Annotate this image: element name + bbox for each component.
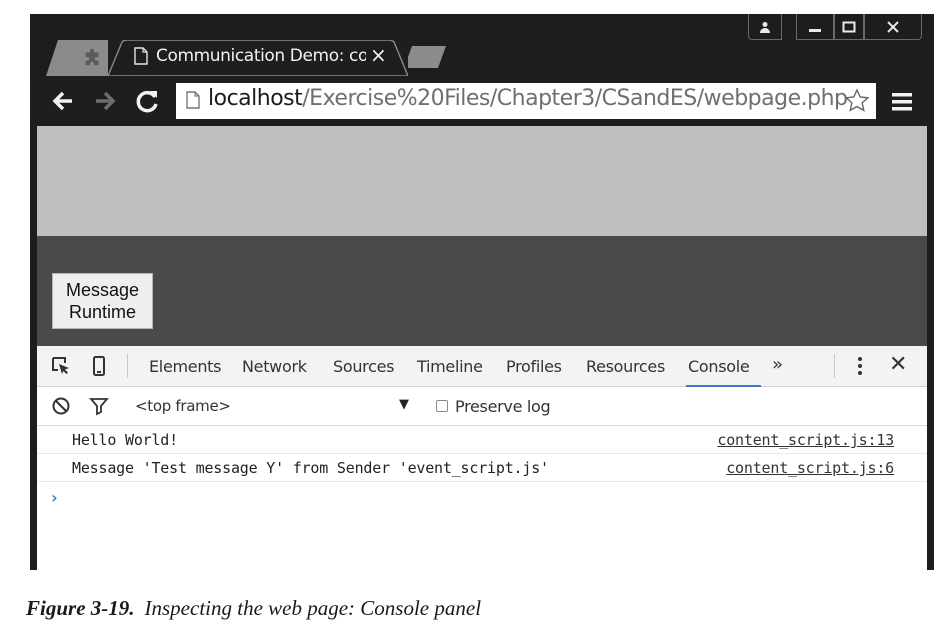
toolbar-divider [127,354,128,378]
window-close-button[interactable] [864,14,922,40]
arrow-right-icon[interactable] [90,86,120,116]
star-icon[interactable] [844,88,870,114]
page-content-area: Message Runtime [37,236,927,346]
tab-sources[interactable]: Sources [333,357,395,376]
tab-network[interactable]: Network [242,357,307,376]
tab-elements[interactable]: Elements [149,357,221,376]
console-message: Hello World! [72,431,178,449]
new-tab-button[interactable] [404,46,446,68]
tab-profiles[interactable]: Profiles [506,357,562,376]
filter-icon[interactable] [89,396,109,416]
frame-select[interactable]: <top frame> [135,397,231,415]
title-bar: Communication Demo: co × [30,14,934,76]
page-icon [186,91,200,109]
tab-title: Communication Demo: co [156,46,366,66]
message-runtime-button[interactable]: Message Runtime [52,273,153,329]
toolbar-divider [834,354,835,378]
kebab-menu-icon[interactable] [855,355,865,377]
console-source-link[interactable]: content_script.js:13 [717,431,894,449]
address-bar[interactable]: localhost/Exercise%20Files/Chapter3/CSan… [176,83,876,119]
url-text[interactable]: localhost/Exercise%20Files/Chapter3/CSan… [208,86,848,111]
url-host: localhost [208,86,303,111]
console-output: Hello World! content_script.js:13 Messag… [37,426,927,570]
button-label-line1: Message [65,280,140,300]
devtools-tab-bar: Elements Network Sources Timeline Profil… [37,346,927,387]
figure-label: Figure 3-19. [26,596,135,620]
devtools-close-icon[interactable]: ✕ [889,352,907,377]
browser-window: Communication Demo: co × localhost/Exerc… [30,14,934,570]
inspect-element-icon[interactable] [51,356,71,376]
tab-resources[interactable]: Resources [586,357,665,376]
devtools-panel: Elements Network Sources Timeline Profil… [37,346,927,570]
maximize-button[interactable] [834,14,864,40]
browser-toolbar: localhost/Exercise%20Files/Chapter3/CSan… [30,76,934,126]
page-header-area [37,126,927,236]
figure-caption: Figure 3-19. Inspecting the web page: Con… [26,596,481,621]
minimize-icon [809,28,821,32]
hamburger-icon[interactable] [892,92,912,112]
console-row: Message 'Test message Y' from Sender 'ev… [37,454,927,482]
clear-console-icon[interactable] [51,396,71,416]
tab-close-icon[interactable]: × [370,43,387,67]
close-icon [887,20,899,33]
tab-console[interactable]: Console [685,357,762,387]
user-icon [760,21,770,33]
page-viewport: Message Runtime Elements Network Sources… [37,126,927,570]
preserve-log-label: Preserve log [455,397,551,416]
url-path: /Exercise%20Files/Chapter3/CSandES/webpa… [302,86,848,111]
device-mode-icon[interactable] [89,356,109,376]
console-filter-bar: <top frame> ▼ Preserve log [37,387,927,426]
console-message: Message 'Test message Y' from Sender 'ev… [72,459,549,477]
console-row: Hello World! content_script.js:13 [37,426,927,454]
arrow-left-icon[interactable] [48,86,78,116]
page-icon [134,47,148,65]
minimize-button[interactable] [796,14,834,40]
more-tabs-button[interactable]: » [772,354,783,375]
button-label-line2: Runtime [68,302,137,322]
tab-communication-demo[interactable]: Communication Demo: co × [108,40,408,76]
console-source-link[interactable]: content_script.js:6 [726,459,894,477]
preserve-log-checkbox[interactable] [436,400,448,412]
figure-caption-text: Inspecting the web page: Console panel [144,596,482,620]
tab-timeline[interactable]: Timeline [417,357,483,376]
chevron-down-icon[interactable]: ▼ [399,397,409,412]
console-prompt-icon[interactable]: › [51,488,58,507]
maximize-icon [842,21,856,32]
puzzle-icon [82,46,104,68]
reload-icon[interactable] [132,86,162,116]
user-profile-button[interactable] [748,14,782,40]
